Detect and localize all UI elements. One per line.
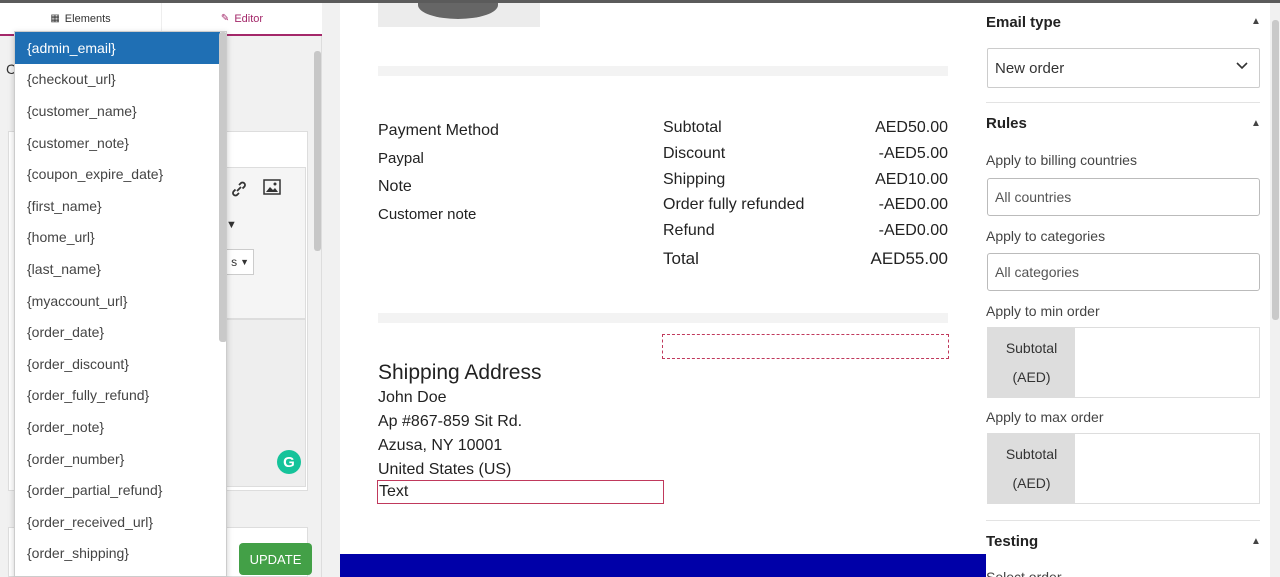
dropdown-item[interactable]: {last_name} <box>15 253 220 285</box>
dropdown-item[interactable]: {order_date} <box>15 316 220 348</box>
divider[interactable] <box>378 66 948 76</box>
refund-value[interactable]: -AED0.00 <box>879 222 948 240</box>
section-divider <box>986 102 1260 103</box>
product-image[interactable] <box>378 3 540 27</box>
categories-label: Apply to categories <box>986 228 1106 244</box>
caret-down-icon[interactable]: ▼ <box>226 219 237 231</box>
collapse-icon[interactable]: ▲ <box>1251 16 1261 27</box>
collapse-icon[interactable]: ▲ <box>1251 118 1261 129</box>
caret-down-icon: ▼ <box>240 257 249 267</box>
total-label[interactable]: Total <box>663 249 699 269</box>
payment-method-title[interactable]: Payment Method <box>378 122 499 140</box>
tab-editor[interactable]: ✎ Editor <box>161 3 322 34</box>
shipping-label[interactable]: Shipping <box>663 171 725 189</box>
dropdown-item[interactable]: {myaccount_url} <box>15 285 220 317</box>
subtotal-text: Subtotal <box>1005 445 1058 462</box>
email-type-title[interactable]: Email type <box>986 14 1061 31</box>
refunded-value[interactable]: -AED0.00 <box>879 196 948 214</box>
email-canvas: Payment Method Paypal Note Customer note… <box>340 3 986 577</box>
link-icon[interactable] <box>229 179 249 204</box>
chevron-down-icon <box>1235 58 1249 75</box>
dropdown-item[interactable]: {order_received_url} <box>15 506 220 538</box>
dropdown-item[interactable]: {order_note} <box>15 411 220 443</box>
max-order-addon: Subtotal (AED) <box>988 434 1075 503</box>
rules-title[interactable]: Rules <box>986 115 1027 132</box>
subtotal-value[interactable]: AED50.00 <box>875 119 948 137</box>
address-line[interactable]: Azusa, NY 10001 <box>378 437 502 455</box>
payment-method-value[interactable]: Paypal <box>378 150 424 167</box>
min-order-field[interactable]: Subtotal (AED) <box>987 327 1260 398</box>
dropdown-item[interactable]: {order_discount} <box>15 348 220 380</box>
dropdown-item[interactable]: {order_number} <box>15 443 220 475</box>
currency-text: (AED) <box>1012 369 1051 386</box>
dropdown-item[interactable]: {coupon_expire_date} <box>15 158 220 190</box>
dropdown-item[interactable]: {order_partial_refund} <box>15 474 220 506</box>
tab-editor-label: Editor <box>234 12 264 25</box>
dropdown-item[interactable]: {admin_email} <box>15 32 220 64</box>
address-line[interactable]: John Doe <box>378 389 447 407</box>
min-order-label: Apply to min order <box>986 303 1100 319</box>
dropdown-item[interactable]: {checkout_url} <box>15 64 220 96</box>
billing-countries-label: Apply to billing countries <box>986 152 1137 168</box>
dropdown-scrollbar[interactable] <box>219 32 226 342</box>
settings-panel: Email type ▲ New order Rules ▲ Apply to … <box>986 3 1280 577</box>
dropdown-item[interactable]: {order_fully_refund} <box>15 380 220 412</box>
dropdown-item[interactable]: {customer_note} <box>15 127 220 159</box>
tab-elements[interactable]: ▦ Elements <box>0 3 161 34</box>
currency-text: (AED) <box>1012 475 1051 492</box>
tab-elements-label: Elements <box>64 12 111 25</box>
page-scrollbar[interactable] <box>1272 20 1279 320</box>
address-line[interactable]: Ap #867-859 Sit Rd. <box>378 413 522 431</box>
select-order-label: Select order <box>986 569 1062 577</box>
text-block[interactable]: Text <box>377 480 664 504</box>
min-order-addon: Subtotal (AED) <box>988 328 1075 397</box>
dropdown-item[interactable]: {customer_name} <box>15 95 220 127</box>
grammarly-icon[interactable]: G <box>277 450 301 474</box>
shipping-value[interactable]: AED10.00 <box>875 171 948 189</box>
address-line[interactable]: United States (US) <box>378 461 511 479</box>
placeholder-dropdown: {admin_email} {checkout_url} {customer_n… <box>14 31 227 577</box>
subtotal-label[interactable]: Subtotal <box>663 119 722 137</box>
email-type-select[interactable]: New order <box>987 48 1260 88</box>
refund-label[interactable]: Refund <box>663 222 715 240</box>
categories-input[interactable]: All categories <box>987 253 1260 291</box>
shipping-address-title[interactable]: Shipping Address <box>378 361 541 385</box>
grid-icon: ▦ <box>50 13 60 24</box>
refunded-label[interactable]: Order fully refunded <box>663 196 804 214</box>
collapse-icon[interactable]: ▲ <box>1251 536 1261 547</box>
note-title[interactable]: Note <box>378 178 412 196</box>
pencil-icon: ✎ <box>220 13 230 24</box>
subtotal-text: Subtotal <box>1005 339 1058 356</box>
dropdown-item[interactable]: {first_name} <box>15 190 220 222</box>
update-button[interactable]: UPDATE <box>239 543 312 575</box>
section-divider <box>986 520 1260 521</box>
max-order-label: Apply to max order <box>986 409 1104 425</box>
email-type-value: New order <box>995 59 1065 77</box>
product-image-shape <box>418 3 498 19</box>
billing-countries-input[interactable]: All countries <box>987 178 1260 216</box>
testing-title[interactable]: Testing <box>986 533 1038 550</box>
divider[interactable] <box>378 313 948 323</box>
image-icon[interactable] <box>263 179 281 200</box>
total-value[interactable]: AED55.00 <box>871 249 949 269</box>
format-select-value: s <box>231 255 238 269</box>
customer-note[interactable]: Customer note <box>378 206 476 223</box>
discount-value[interactable]: -AED5.00 <box>879 145 948 163</box>
dropdown-item[interactable]: {order_shipping} <box>15 538 220 570</box>
empty-block[interactable] <box>662 334 949 359</box>
sidebar-scrollbar[interactable] <box>314 51 321 251</box>
max-order-field[interactable]: Subtotal (AED) <box>987 433 1260 504</box>
dropdown-item[interactable]: {home_url} <box>15 222 220 254</box>
discount-label[interactable]: Discount <box>663 145 725 163</box>
footer-band[interactable] <box>340 554 986 577</box>
